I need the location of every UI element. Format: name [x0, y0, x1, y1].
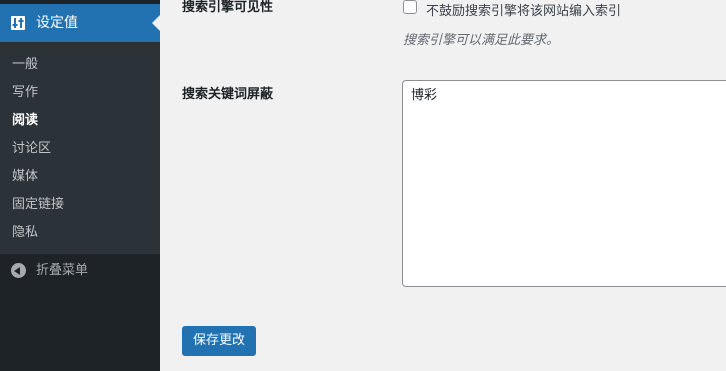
- collapse-arrow-icon: [11, 263, 26, 278]
- settings-sliders-icon: [10, 15, 26, 31]
- menu-settings-label: 设定值: [36, 15, 78, 31]
- search-visibility-label: 搜索引擎可见性: [182, 0, 274, 15]
- discourage-search-checkbox[interactable]: [403, 0, 417, 14]
- submenu-item-writing[interactable]: 写作: [12, 84, 38, 102]
- submenu-item-media[interactable]: 媒体: [12, 168, 38, 186]
- submenu-item-permalinks[interactable]: 固定链接: [12, 196, 64, 214]
- submenu-item-privacy[interactable]: 隐私: [12, 224, 38, 242]
- search-visibility-description: 搜索引擎可以满足此要求。: [403, 33, 560, 48]
- collapse-menu-label: 折叠菜单: [36, 263, 89, 278]
- menu-settings[interactable]: 设定值: [0, 4, 160, 42]
- submenu-item-discussion[interactable]: 讨论区: [12, 140, 51, 158]
- save-changes-button[interactable]: 保存更改: [182, 326, 256, 356]
- admin-sidebar: 设定值 一般 写作 阅读 讨论区 媒体 固定链接 隐私 折叠菜单: [0, 0, 160, 371]
- collapse-menu-button[interactable]: 折叠菜单: [0, 256, 160, 286]
- current-menu-arrow: [152, 15, 160, 31]
- keyword-block-label: 搜索关键词屏蔽: [182, 87, 274, 102]
- submenu-item-reading[interactable]: 阅读: [12, 112, 38, 130]
- discourage-search-checkbox-label[interactable]: 不鼓励搜索引擎将该网站编入索引: [426, 3, 621, 21]
- keyword-block-textarea[interactable]: 博彩: [402, 80, 726, 287]
- submenu-item-general[interactable]: 一般: [12, 56, 38, 74]
- settings-submenu: 一般 写作 阅读 讨论区 媒体 固定链接 隐私: [0, 42, 160, 254]
